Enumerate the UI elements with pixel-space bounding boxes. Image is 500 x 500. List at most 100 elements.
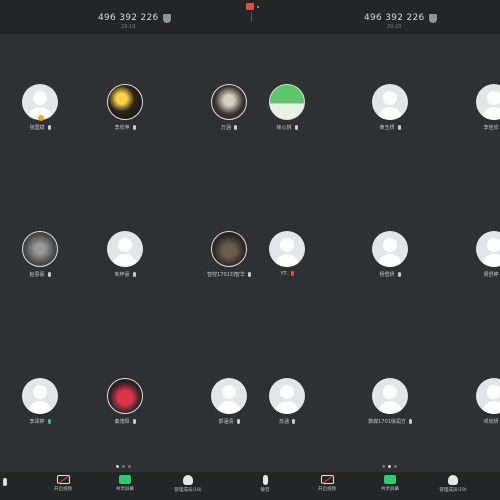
participant-name: 黄玉妍	[379, 125, 395, 131]
participant-name-row: 杨雪妍	[338, 271, 442, 278]
shield-icon[interactable]	[428, 13, 437, 23]
participant-name: 赵思豪	[29, 272, 45, 278]
members-icon	[183, 475, 193, 485]
avatar	[22, 231, 58, 267]
avatar	[269, 84, 305, 120]
avatar	[269, 231, 305, 267]
participant-name: 李欣萍	[114, 125, 130, 131]
avatar	[107, 231, 143, 267]
participant-name: 郭涵清	[218, 419, 234, 425]
participant-name: 李佳欣	[483, 125, 499, 131]
speaking-mic-icon	[47, 419, 51, 424]
share-screen-icon	[119, 475, 131, 484]
participant-tile[interactable]: 杨雪妍	[338, 227, 442, 322]
participant-tile[interactable]: 黄玉妍	[338, 80, 442, 175]
muted-mic-icon	[290, 271, 294, 276]
participant-name: 张国斌	[29, 125, 45, 131]
top-bar: 496 392 226 29:19 496 392 226 29:20	[0, 0, 500, 34]
participant-name: 徐心悦	[276, 125, 292, 131]
shield-icon[interactable]	[162, 13, 171, 23]
share-screen-icon	[384, 475, 396, 484]
avatar	[372, 378, 408, 414]
bottom-toolbar: 开启视频 共享屏幕 管理成员(19) 静音 开启视频 共享屏幕 管理成员(19)	[0, 472, 500, 500]
page-dot	[382, 465, 385, 468]
participant-tile[interactable]: 邓欣妍	[442, 374, 500, 469]
divider	[251, 12, 252, 22]
recording-dot-icon	[257, 6, 259, 8]
meeting-id-right[interactable]: 496 392 226	[364, 13, 437, 23]
avatar	[107, 84, 143, 120]
participant-tile[interactable]: 秦茂阳	[73, 374, 177, 469]
avatar	[476, 378, 500, 414]
participant-name: 杨雪妍	[379, 272, 395, 278]
share-screen-label: 共享屏幕	[116, 487, 134, 492]
video-off-icon	[320, 475, 334, 484]
share-screen-button[interactable]: 共享屏幕	[100, 475, 150, 492]
participant-name-row: 周舒婷	[442, 271, 500, 278]
mic-icon	[397, 125, 401, 130]
toggle-video-button[interactable]: 开启视频	[302, 475, 352, 492]
meeting-id-text: 496 392 226	[364, 13, 425, 23]
meeting-time-right: 29:20	[387, 24, 402, 30]
toggle-video-label: 开启视频	[54, 487, 72, 492]
participant-name-row: 李欣萍	[73, 124, 177, 131]
participant-name-row: 苏涵	[235, 418, 339, 425]
meeting-id-left[interactable]: 496 392 226	[98, 13, 171, 23]
mic-icon[interactable]	[3, 478, 7, 486]
participant-name-row: YT.	[235, 271, 339, 277]
participant-tile[interactable]: 李欣萍	[73, 80, 177, 175]
mute-label: 静音	[260, 488, 270, 493]
mic-icon	[408, 419, 412, 424]
participant-tile[interactable]: 朱梓豪	[73, 227, 177, 322]
mic-icon	[397, 272, 401, 277]
participant-name: 苏涵	[278, 419, 289, 425]
participant-name-row: 黄玉妍	[338, 124, 442, 131]
avatar	[372, 84, 408, 120]
mic-icon	[47, 272, 51, 277]
participant-name-row: 朱梓豪	[73, 271, 177, 278]
recording-icon	[246, 3, 254, 10]
participant-tile[interactable]: 徐心悦	[235, 80, 339, 175]
share-screen-button[interactable]: 共享屏幕	[365, 475, 415, 492]
page-dot	[116, 465, 119, 468]
meeting-id-text: 496 392 226	[98, 13, 159, 23]
manage-members-button[interactable]: 管理成员(19)	[428, 475, 478, 493]
page-dot	[394, 465, 397, 468]
video-off-icon	[56, 475, 70, 484]
manage-members-button[interactable]: 管理成员(19)	[163, 475, 213, 493]
page-indicator-right[interactable]	[382, 465, 397, 468]
meeting-time-left: 29:19	[121, 24, 136, 30]
avatar	[269, 378, 305, 414]
mute-button[interactable]: 静音	[240, 475, 290, 493]
participant-name-row: 徐心悦	[235, 124, 339, 131]
manage-members-label: 管理成员(19)	[174, 488, 202, 493]
participant-name: 秦茂阳	[114, 419, 130, 425]
participant-name: 万涵	[220, 125, 231, 131]
avatar	[22, 378, 58, 414]
mic-icon	[292, 419, 295, 424]
members-icon	[448, 475, 458, 485]
participant-name-row: 李佳欣	[442, 124, 500, 131]
participant-tile[interactable]: 苏涵	[235, 374, 339, 469]
toggle-video-label: 开启视频	[318, 487, 336, 492]
avatar	[107, 378, 143, 414]
mic-icon	[132, 419, 136, 424]
participant-tile[interactable]: 数媒1701徐润方	[338, 374, 442, 469]
participant-tile[interactable]: 周舒婷	[442, 227, 500, 322]
participant-tile[interactable]: YT.	[235, 227, 339, 322]
participant-name-row: 秦茂阳	[73, 418, 177, 425]
avatar	[372, 231, 408, 267]
avatar	[476, 84, 500, 120]
participant-tile[interactable]: 李佳欣	[442, 80, 500, 175]
page-dot	[388, 465, 391, 468]
page-dot	[128, 465, 131, 468]
toggle-video-button[interactable]: 开启视频	[38, 475, 88, 492]
participant-name: 周舒婷	[483, 272, 499, 278]
mic-icon	[132, 272, 136, 277]
page-indicator-left[interactable]	[116, 465, 131, 468]
participant-name: 邓欣妍	[483, 419, 499, 425]
mic-icon	[47, 125, 51, 130]
avatar	[476, 231, 500, 267]
participant-name: 李泽婷	[29, 419, 45, 425]
participant-name: 数媒1701徐润方	[368, 419, 406, 425]
